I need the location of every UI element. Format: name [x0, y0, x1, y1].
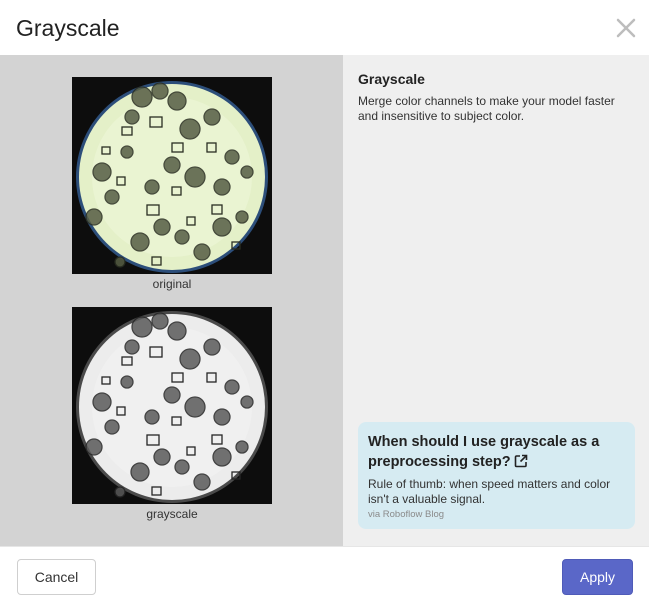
dialog-footer: Cancel Apply [0, 546, 649, 605]
tip-title-text: When should I use grayscale as a preproc… [368, 434, 600, 470]
apply-button[interactable]: Apply [562, 559, 633, 595]
dialog-header: Grayscale [0, 0, 649, 55]
preview-pane: original grayscale [0, 55, 343, 546]
grayscale-caption: grayscale [146, 507, 198, 521]
tip-source: via Roboflow Blog [368, 509, 445, 520]
grayscale-preview-image [72, 307, 272, 504]
tip-card[interactable]: When should I use grayscale as a preproc… [358, 422, 635, 529]
close-icon[interactable] [612, 14, 640, 42]
original-preview-image [72, 77, 272, 274]
cancel-button[interactable]: Cancel [17, 559, 96, 595]
dialog-title: Grayscale [16, 15, 120, 41]
external-link-icon [514, 454, 528, 474]
dialog-body: original grayscale Grayscale Merge color… [0, 55, 649, 546]
original-caption: original [152, 277, 192, 291]
info-pane: Grayscale Merge color channels to make y… [343, 55, 649, 546]
tip-text: Rule of thumb: when speed matters and co… [368, 477, 611, 506]
info-description: Merge color channels to make your model … [358, 94, 615, 123]
grayscale-dialog: Grayscale original grayscale Grayscale M… [0, 0, 649, 605]
tip-title-link[interactable]: When should I use grayscale as a preproc… [368, 432, 618, 474]
info-title: Grayscale [358, 71, 425, 87]
